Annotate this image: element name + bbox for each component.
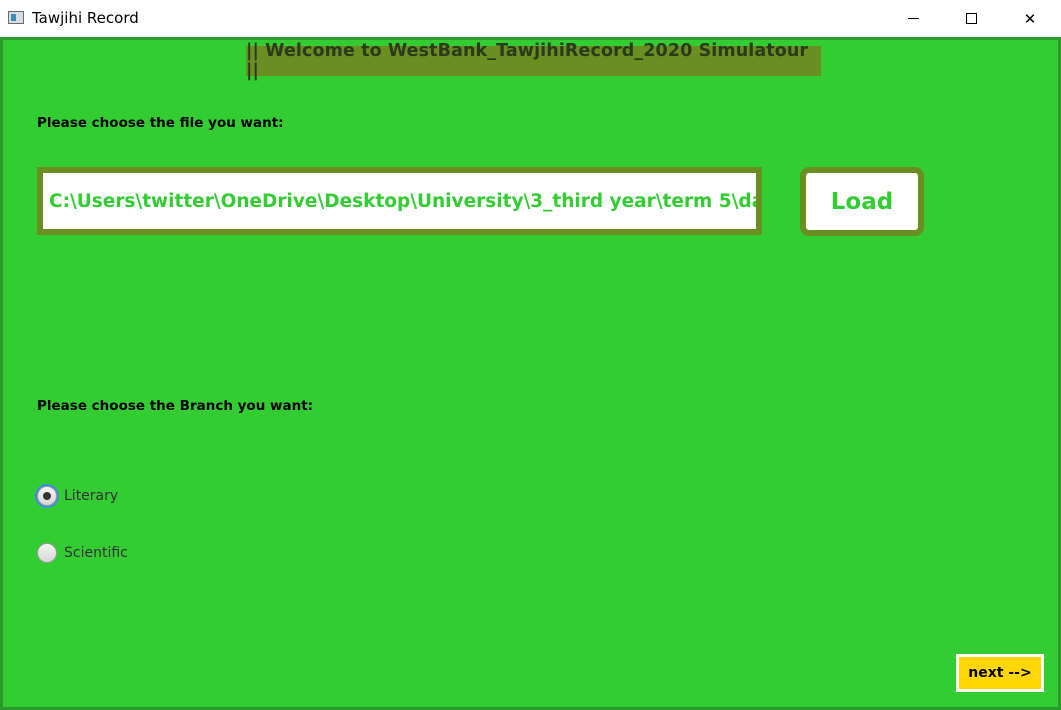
file-path-field[interactable]: C:\Users\twitter\OneDrive\Desktop\Univer… — [37, 167, 762, 235]
welcome-banner: || Welcome to WestBank_TawjihiRecord_202… — [246, 41, 821, 81]
file-path-value: C:\Users\twitter\OneDrive\Desktop\Univer… — [49, 190, 756, 212]
maximize-icon — [965, 13, 977, 24]
next-button[interactable]: next --> — [956, 654, 1044, 692]
radio-button-selected[interactable] — [37, 486, 57, 506]
next-button-label: next --> — [968, 665, 1032, 681]
title-bar: Tawjihi Record ✕ — [0, 0, 1061, 37]
banner-text: || Welcome to WestBank_TawjihiRecord_202… — [246, 41, 809, 81]
branch-prompt-label: Please choose the Branch you want: — [37, 398, 314, 414]
close-button[interactable]: ✕ — [1007, 0, 1053, 37]
window-title: Tawjihi Record — [32, 9, 139, 27]
minimize-icon — [907, 18, 919, 19]
radio-scientific-label: Scientific — [64, 545, 128, 561]
minimize-button[interactable] — [890, 0, 936, 37]
radio-scientific[interactable]: Scientific — [37, 543, 128, 563]
radio-button-unselected[interactable] — [37, 543, 57, 563]
file-prompt-label: Please choose the file you want: — [37, 115, 284, 131]
main-panel: || Welcome to WestBank_TawjihiRecord_202… — [0, 37, 1061, 710]
radio-literary-label: Literary — [64, 488, 119, 504]
load-button-label: Load — [830, 188, 894, 215]
maximize-button[interactable] — [948, 0, 994, 37]
app-window-icon — [8, 11, 24, 24]
close-icon: ✕ — [1023, 9, 1037, 28]
load-button[interactable]: Load — [800, 167, 924, 236]
radio-literary[interactable]: Literary — [37, 486, 118, 506]
